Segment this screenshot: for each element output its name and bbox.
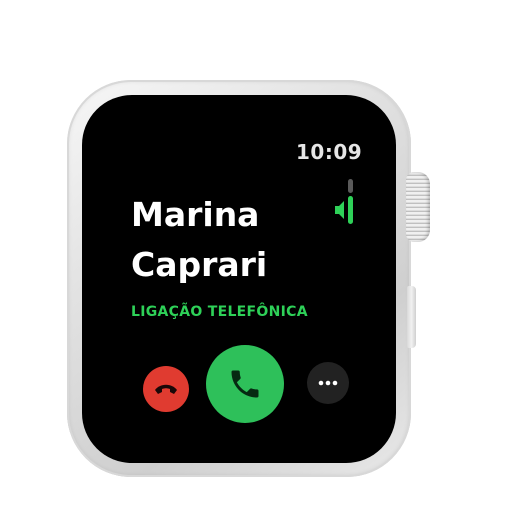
phone-hangup-icon: [153, 382, 179, 396]
accept-call-button[interactable]: [206, 345, 284, 423]
more-options-button[interactable]: [307, 362, 349, 404]
decline-call-button[interactable]: [143, 366, 189, 412]
status-time: 10:09: [296, 140, 363, 164]
side-button[interactable]: [407, 286, 416, 348]
phone-icon: [227, 366, 263, 402]
digital-crown[interactable]: [406, 172, 430, 242]
contact-name: Marina Caprari: [131, 195, 268, 284]
ellipsis-icon: [318, 380, 338, 386]
call-type-label: LIGAÇÃO TELEFÔNICA: [131, 304, 308, 320]
